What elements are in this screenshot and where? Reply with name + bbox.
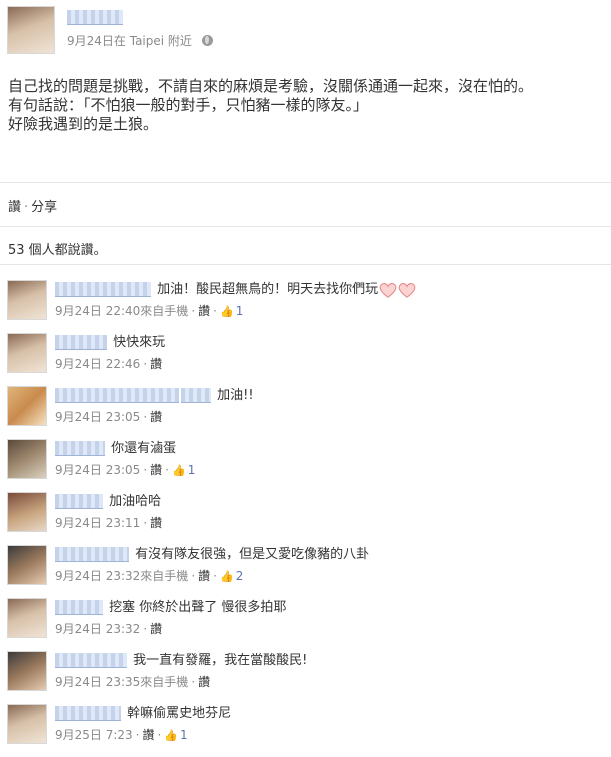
comment-like-link[interactable]: 讚 <box>150 357 162 371</box>
comment-like-link[interactable]: 讚 <box>198 569 210 583</box>
comment-item: 我一直有發羅，我在當酸酸民! 9月24日 23:35來自手機 · 讚 <box>0 651 611 704</box>
comment-item: 幹嘛偷罵史地芬尼 9月25日 7:23 · 讚 · 👍 1 <box>0 704 611 757</box>
commenter-name-redacted[interactable] <box>181 388 211 403</box>
comment-item: 加油!! 9月24日 23:05 · 讚 <box>0 386 611 439</box>
separator: · <box>143 410 148 424</box>
comment-like-link[interactable]: 讚 <box>198 675 210 689</box>
comment-item: 挖塞 你終於出聲了 慢很多拍耶 9月24日 23:32 · 讚 <box>0 598 611 651</box>
comment-text: 挖塞 你終於出聲了 慢很多拍耶 <box>109 600 287 615</box>
separator: · <box>143 516 148 530</box>
comment-timestamp[interactable]: 9月24日 22:46 <box>55 357 140 371</box>
comment-text: 加油!! <box>217 388 254 403</box>
heart-icon <box>379 282 397 298</box>
comment-like-link[interactable]: 讚 <box>150 463 162 477</box>
author-avatar[interactable] <box>7 6 55 54</box>
comment-item: 加油！酸民超無鳥的！明天去找你們玩 9月24日 22:40來自手機 · 讚 · 👍 1 <box>0 280 611 333</box>
separator: · <box>143 622 148 636</box>
comment-text: 加油！酸民超無鳥的！明天去找你們玩 <box>157 282 379 297</box>
comment-item: 有沒有隊友很強，但是又愛吃像豬的八卦 9月24日 23:32來自手機 · 讚 · 👍 2 <box>0 545 611 598</box>
commenter-avatar[interactable] <box>7 704 47 744</box>
post-line: 自己找的問題是挑戰，不請自來的麻煩是考驗，沒關係通通一起來，沒在怕的。 <box>8 77 534 95</box>
separator: · <box>191 675 196 689</box>
comment-like-count[interactable]: 1 <box>236 304 244 318</box>
commenter-name-redacted[interactable] <box>55 282 151 297</box>
commenter-name-redacted[interactable] <box>55 441 105 456</box>
separator: · <box>157 728 162 742</box>
likes-summary[interactable]: 53 個人都說讚。 <box>8 239 107 258</box>
comment-timestamp[interactable]: 9月24日 23:05 <box>55 463 140 477</box>
share-link[interactable]: 分享 <box>31 200 57 215</box>
comment-timestamp[interactable]: 9月24日 23:11 <box>55 516 140 530</box>
comment-text: 你還有滷蛋 <box>111 441 177 456</box>
comment-text: 幹嘛偷罵史地芬尼 <box>127 706 232 721</box>
post-meta: 9月24日在 Taipei 附近 <box>67 32 213 49</box>
separator: · <box>143 357 148 371</box>
comment-timestamp[interactable]: 9月24日 23:32 <box>55 622 140 636</box>
commenter-name-redacted[interactable] <box>55 706 121 721</box>
author-name-redacted[interactable] <box>67 10 123 25</box>
comment-text: 我一直有發羅，我在當酸酸民! <box>133 653 308 668</box>
comment-text: 有沒有隊友很強，但是又愛吃像豬的八卦 <box>135 547 370 562</box>
separator: · <box>213 569 217 583</box>
separator: · <box>24 200 29 215</box>
thumbs-up-icon[interactable]: 👍 <box>164 729 178 742</box>
globe-icon[interactable] <box>201 35 213 46</box>
commenter-name-redacted[interactable] <box>55 653 127 668</box>
commenter-avatar[interactable] <box>7 280 47 320</box>
thumbs-up-icon[interactable]: 👍 <box>172 464 186 477</box>
post-actions: 讚 · 分享 <box>8 196 57 215</box>
comment-like-link[interactable]: 讚 <box>143 728 155 742</box>
comment-item: 加油哈哈 9月24日 23:11 · 讚 <box>0 492 611 545</box>
divider <box>0 182 611 183</box>
post-body: 自己找的問題是挑戰，不請自來的麻煩是考驗，沒關係通通一起來，沒在怕的。 有句話說… <box>8 77 604 134</box>
comment-timestamp[interactable]: 9月24日 23:05 <box>55 410 140 424</box>
comment-timestamp[interactable]: 9月24日 23:35來自手機 <box>55 675 188 689</box>
commenter-avatar[interactable] <box>7 545 47 585</box>
comment-like-link[interactable]: 讚 <box>150 516 162 530</box>
comment-like-link[interactable]: 讚 <box>198 304 210 318</box>
comment-like-count[interactable]: 2 <box>236 569 244 583</box>
separator: · <box>135 728 140 742</box>
separator: · <box>165 463 169 477</box>
commenter-name-redacted[interactable] <box>55 388 179 403</box>
commenter-name-redacted[interactable] <box>55 547 129 562</box>
comment-like-link[interactable]: 讚 <box>150 410 162 424</box>
commenter-avatar[interactable] <box>7 386 47 426</box>
comment-text: 加油哈哈 <box>109 494 162 509</box>
separator: · <box>191 569 196 583</box>
comment-timestamp[interactable]: 9月24日 22:40來自手機 <box>55 304 188 318</box>
thumbs-up-icon[interactable]: 👍 <box>220 570 234 583</box>
commenter-avatar[interactable] <box>7 651 47 691</box>
commenter-avatar[interactable] <box>7 598 47 638</box>
commenter-avatar[interactable] <box>7 333 47 373</box>
comment-item: 快快來玩 9月24日 22:46 · 讚 <box>0 333 611 386</box>
commenter-name-redacted[interactable] <box>55 335 107 350</box>
commenter-avatar[interactable] <box>7 439 47 479</box>
comment-timestamp[interactable]: 9月24日 23:32來自手機 <box>55 569 188 583</box>
comment-like-link[interactable]: 讚 <box>150 622 162 636</box>
comment-like-count[interactable]: 1 <box>188 463 196 477</box>
separator: · <box>191 304 196 318</box>
comment-text: 快快來玩 <box>113 335 166 350</box>
commenter-avatar[interactable] <box>7 492 47 532</box>
post-line: 有句話說：「不怕狼一般的對手，只怕豬一樣的隊友。」 <box>8 96 369 114</box>
comment-timestamp[interactable]: 9月25日 7:23 <box>55 728 133 742</box>
like-link[interactable]: 讚 <box>8 200 21 215</box>
thumbs-up-icon[interactable]: 👍 <box>220 305 234 318</box>
separator: · <box>143 463 148 477</box>
commenter-name-redacted[interactable] <box>55 600 103 615</box>
post-line: 好險我遇到的是土狼。 <box>8 115 159 133</box>
commenter-name-redacted[interactable] <box>55 494 103 509</box>
comment-like-count[interactable]: 1 <box>180 728 188 742</box>
separator: · <box>213 304 217 318</box>
post-timestamp[interactable]: 9月24日在 Taipei 附近 <box>67 34 192 48</box>
comment-item: 你還有滷蛋 9月24日 23:05 · 讚 · 👍 1 <box>0 439 611 492</box>
divider <box>0 264 611 265</box>
divider <box>0 226 611 227</box>
heart-icon <box>398 282 416 298</box>
